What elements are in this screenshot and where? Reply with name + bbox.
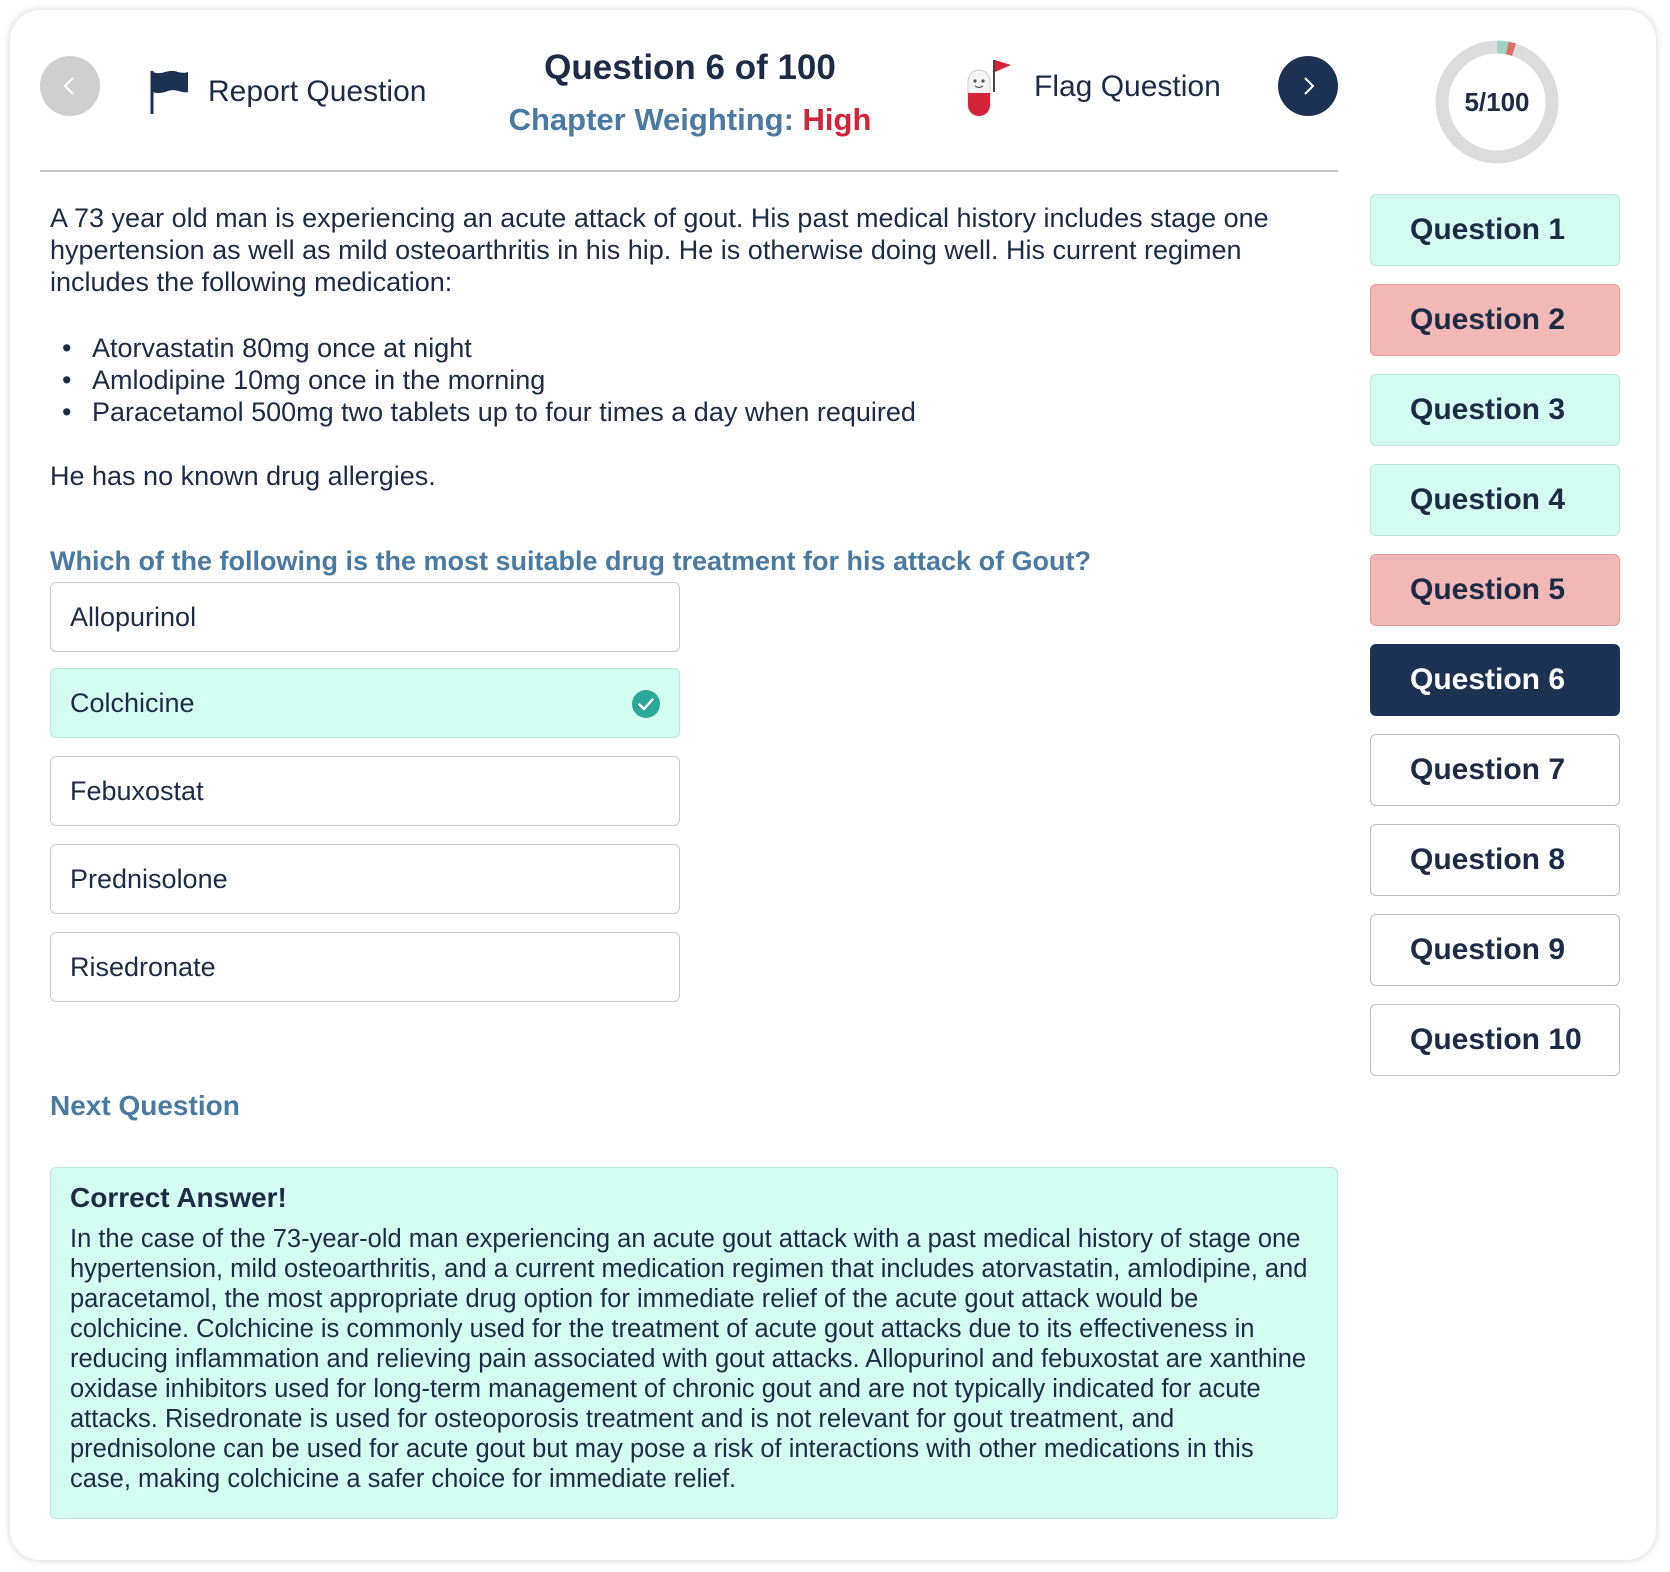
answer-option-prednisolone[interactable]: Prednisolone: [50, 844, 680, 914]
sidebar-item-question-8[interactable]: Question 8: [1370, 824, 1620, 896]
chapter-weighting: Chapter Weighting: High: [480, 102, 900, 138]
chevron-right-icon: [1304, 77, 1315, 95]
flag-question-label: Flag Question: [1034, 70, 1221, 103]
feedback-explanation: In the case of the 73-year-old man exper…: [70, 1225, 1308, 1493]
report-question-label: Report Question: [208, 75, 427, 108]
answer-option-label: Prednisolone: [70, 863, 228, 894]
answer-feedback-panel: Correct Answer! In the case of the 73-ye…: [50, 1167, 1338, 1519]
next-question-arrow-button[interactable]: [1278, 56, 1338, 116]
allergies-text: He has no known drug allergies.: [50, 461, 436, 491]
sidebar-item-question-10[interactable]: Question 10: [1370, 1004, 1620, 1076]
flag-icon: [150, 70, 188, 114]
header-divider: [40, 170, 1338, 172]
feedback-title: Correct Answer!: [70, 1182, 287, 1213]
question-stem: A 73 year old man is experiencing an acu…: [50, 203, 1269, 297]
flag-question-button[interactable]: Flag Question: [964, 56, 1221, 118]
answer-option-febuxostat[interactable]: Febuxostat: [50, 756, 680, 826]
progress-label: 5/100: [1464, 86, 1530, 117]
chapter-weighting-value: High: [802, 102, 872, 137]
page-title: Question 6 of 100: [544, 48, 836, 87]
pill-flag-icon: [967, 60, 1011, 117]
answer-option-colchicine[interactable]: Colchicine: [50, 668, 680, 738]
sidebar-item-question-7[interactable]: Question 7: [1370, 734, 1620, 806]
sidebar-item-question-2[interactable]: Question 2: [1370, 284, 1620, 356]
sidebar-item-question-6[interactable]: Question 6: [1370, 644, 1620, 716]
question-prompt: Which of the following is the most suita…: [50, 546, 1092, 576]
sidebar-item-question-3[interactable]: Question 3: [1370, 374, 1620, 446]
sidebar-item-question-4[interactable]: Question 4: [1370, 464, 1620, 536]
answer-option-risedronate[interactable]: Risedronate: [50, 932, 680, 1002]
answer-option-label: Colchicine: [70, 687, 195, 718]
report-question-button[interactable]: Report Question: [148, 68, 426, 116]
list-item: • Amlodipine 10mg once in the morning: [62, 365, 546, 395]
chapter-weighting-label: Chapter Weighting:: [508, 102, 794, 137]
progress-ring: 5/100: [1433, 38, 1561, 166]
previous-question-button[interactable]: [40, 56, 100, 116]
sidebar-item-question-9[interactable]: Question 9: [1370, 914, 1620, 986]
sidebar-item-question-5[interactable]: Question 5: [1370, 554, 1620, 626]
answer-option-label: Febuxostat: [70, 775, 204, 806]
next-question-link[interactable]: Next Question: [50, 1090, 240, 1122]
check-circle-icon: [632, 690, 660, 718]
list-item: • Atorvastatin 80mg once at night: [62, 333, 472, 363]
answer-option-allopurinol[interactable]: Allopurinol: [50, 582, 680, 652]
medication-list: • Atorvastatin 80mg once at night • Amlodi…: [62, 332, 916, 428]
answer-option-label: Risedronate: [70, 951, 216, 982]
list-item: • Paracetamol 500mg two tablets up to fou…: [62, 397, 916, 427]
chevron-left-icon: [63, 77, 74, 95]
sidebar-item-question-1[interactable]: Question 1: [1370, 194, 1620, 266]
answer-option-label: Allopurinol: [70, 601, 197, 632]
